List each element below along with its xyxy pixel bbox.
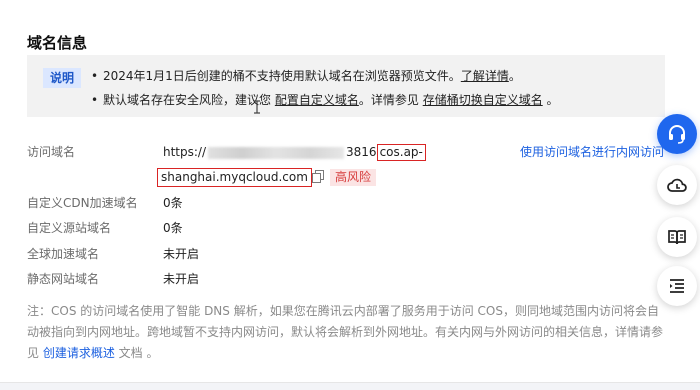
- redacted-bucket-name: [208, 146, 345, 159]
- global-acceleration-label: 全球加速域名: [27, 247, 100, 261]
- cloud-button[interactable]: [657, 165, 697, 205]
- url-suffix: 3816: [346, 145, 377, 159]
- highlighted-region-part: cos.ap-: [376, 144, 426, 161]
- intranet-access-link[interactable]: 使用访问域名进行内网访问: [520, 143, 664, 160]
- notice-end: 。: [508, 69, 521, 83]
- access-domain-label: 访问域名: [27, 145, 76, 159]
- list-icon: [670, 279, 684, 293]
- origin-domain-label: 自定义源站域名: [27, 221, 112, 235]
- high-risk-badge: 高风险: [330, 169, 377, 186]
- notice-line-2: • 默认域名存在安全风险，建议您 配置自定义域名。详情参见 存储桶切换自定义域名 …: [91, 91, 559, 108]
- footnote-end: 文档 。: [114, 346, 159, 360]
- origin-domain-value: 0条: [163, 221, 183, 235]
- section-title: 域名信息: [27, 34, 88, 52]
- global-acceleration-value: 未开启: [163, 247, 200, 261]
- text-cursor-icon: [254, 100, 260, 114]
- cdn-domain-value: 0条: [163, 196, 183, 210]
- static-website-value: 未开启: [163, 272, 200, 286]
- domain-info-panel: 域名信息 说明 • 2024年1月1日后创建的桶不支持使用默认域名在浏览器预览文件…: [0, 0, 700, 383]
- notice-text: 2024年1月1日后创建的桶不支持使用默认域名在浏览器预览文件。: [103, 69, 461, 83]
- docs-button[interactable]: [657, 217, 697, 257]
- cdn-domain-label: 自定义CDN加速域名: [27, 196, 138, 210]
- switch-custom-domain-link[interactable]: 存储桶切换自定义域名: [423, 93, 543, 107]
- headset-icon: [669, 125, 685, 144]
- static-website-label: 静态网站域名: [27, 272, 100, 286]
- bullet: •: [91, 69, 99, 83]
- learn-more-link[interactable]: 了解详情: [461, 69, 509, 83]
- configure-custom-domain-link[interactable]: 配置自定义域名: [275, 93, 359, 107]
- bullet: •: [91, 93, 99, 107]
- access-domain-url[interactable]: https:// 3816 cos.ap-: [163, 143, 426, 161]
- notice-badge: 说明: [43, 68, 81, 88]
- support-button[interactable]: [657, 114, 697, 154]
- cloud-icon: [667, 178, 687, 192]
- notice-end: 。: [546, 93, 559, 107]
- notice-text: 默认域名存在安全风险，建议您: [103, 93, 272, 107]
- copy-icon[interactable]: [312, 170, 324, 183]
- footnote: 注：COS 的访问域名使用了智能 DNS 解析，如果您在腾讯云内部署了服务用于访…: [27, 301, 667, 364]
- highlighted-domain: shanghai.myqcloud.com: [157, 168, 312, 187]
- notice-line-1: • 2024年1月1日后创建的桶不支持使用默认域名在浏览器预览文件。了解详情。: [91, 67, 521, 84]
- notice-middle: 。详情参见: [358, 93, 419, 107]
- book-icon: [668, 230, 686, 245]
- url-prefix: https://: [163, 145, 207, 159]
- toc-button[interactable]: [657, 266, 697, 306]
- access-domain-url-line2[interactable]: shanghai.myqcloud.com: [157, 166, 312, 187]
- request-overview-link[interactable]: 创建请求概述: [43, 346, 115, 360]
- notice-box: 说明 • 2024年1月1日后创建的桶不支持使用默认域名在浏览器预览文件。了解详情…: [27, 55, 665, 117]
